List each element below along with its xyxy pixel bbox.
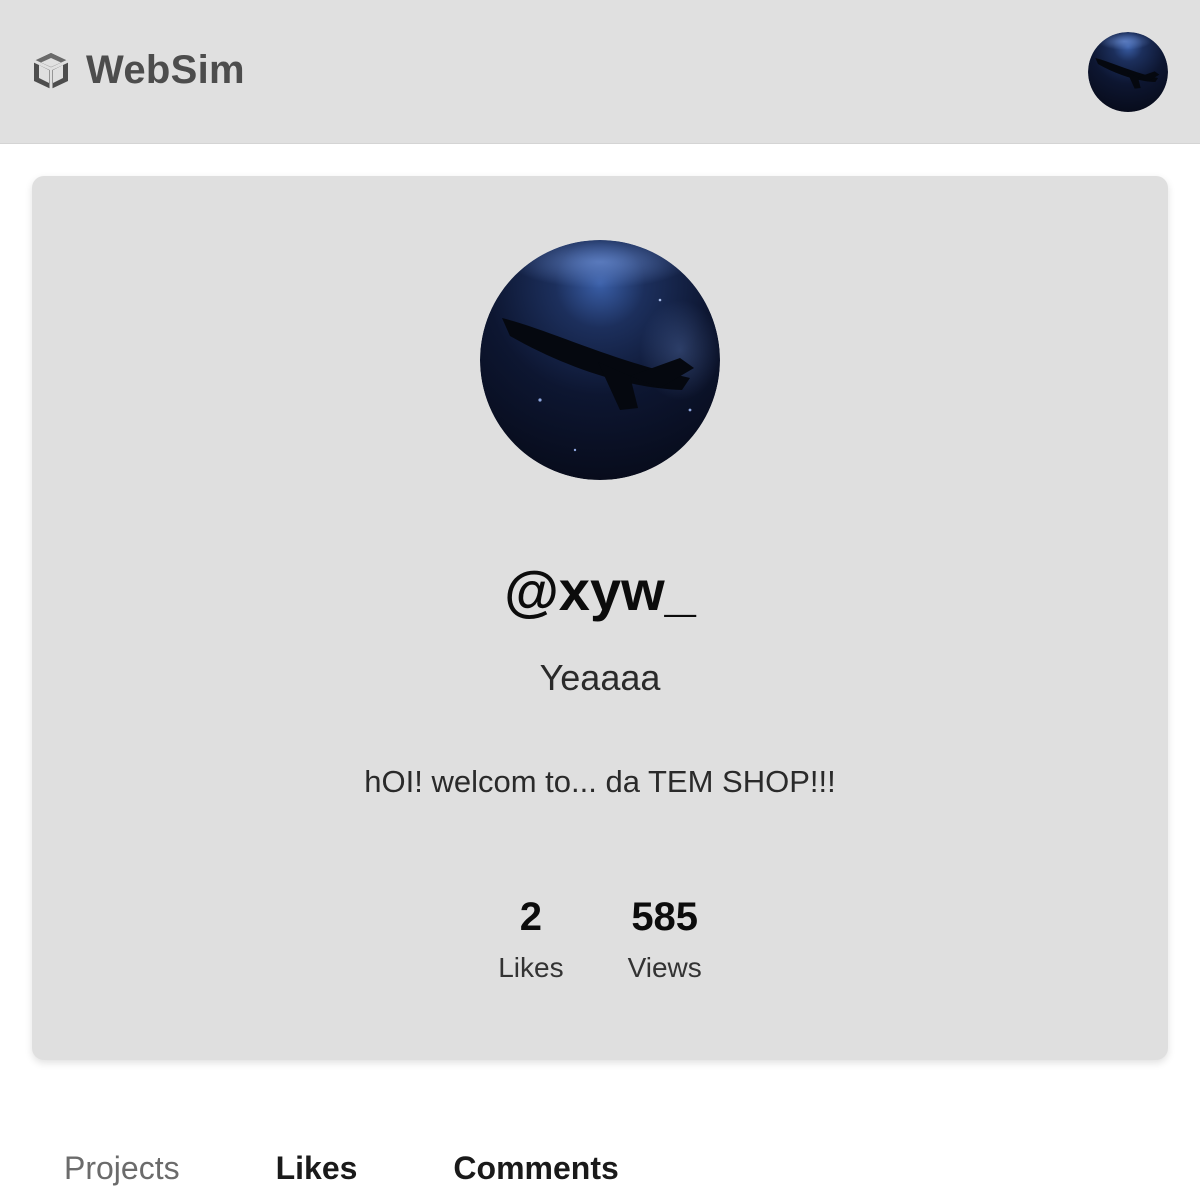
- tab-likes[interactable]: Likes: [276, 1146, 358, 1190]
- cube-icon: [30, 50, 72, 92]
- stat-views: 585 Views: [628, 892, 702, 988]
- stat-label: Likes: [498, 952, 564, 983]
- brand-name: WebSim: [86, 48, 245, 92]
- profile-bio: hOI! welcom to... da TEM SHOP!!!: [364, 764, 836, 799]
- top-navbar: WebSim: [0, 0, 1200, 144]
- profile-tabs: Projects Likes Comments: [64, 1146, 619, 1190]
- stat-label: Views: [627, 952, 702, 983]
- user-avatar-button[interactable]: [1088, 32, 1168, 112]
- space-shuttle-avatar: [1088, 32, 1168, 112]
- space-shuttle-avatar: [480, 240, 720, 480]
- tab-projects[interactable]: Projects: [64, 1146, 180, 1190]
- stat-value: 585: [631, 895, 699, 939]
- profile-avatar: [480, 240, 720, 480]
- stat-value: 2: [519, 895, 543, 939]
- tab-comments[interactable]: Comments: [453, 1146, 618, 1190]
- stat-likes: 2 Likes: [498, 892, 563, 988]
- profile-display-name: Yeaaaa: [539, 657, 661, 698]
- brand-logo-link[interactable]: WebSim: [30, 48, 245, 93]
- profile-handle: @xyw_: [504, 559, 696, 622]
- profile-stats: 2 Likes 585 Views: [32, 892, 1168, 988]
- profile-card: @xyw_ Yeaaaa hOI! welcom to... da TEM SH…: [32, 176, 1168, 1060]
